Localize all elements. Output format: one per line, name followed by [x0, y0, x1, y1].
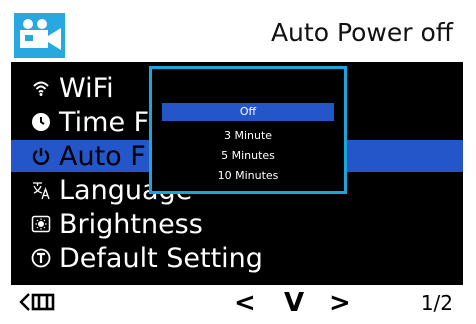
- page-title: Auto Power off: [270, 18, 453, 47]
- wifi-icon: [30, 77, 52, 99]
- power-icon: [30, 145, 52, 167]
- prev-button[interactable]: <: [234, 288, 256, 318]
- menu-item-label: WiFi: [59, 72, 114, 104]
- footer-bar: < V > 1/2: [11, 285, 463, 319]
- next-button[interactable]: >: [329, 288, 351, 318]
- menu-item-default-setting[interactable]: Default Setting: [11, 242, 463, 274]
- popup-option-10-minutes[interactable]: 10 Minutes: [162, 167, 334, 185]
- auto-power-off-popup: Off 3 Minute 5 Minutes 10 Minutes: [149, 66, 347, 194]
- menu-item-label: Default Setting: [59, 242, 263, 274]
- header: Auto Power off: [11, 10, 463, 62]
- popup-option-3-minute[interactable]: 3 Minute: [162, 127, 334, 145]
- video-camera-icon: [14, 13, 65, 58]
- popup-option-off[interactable]: Off: [162, 103, 334, 121]
- down-button[interactable]: V: [284, 288, 304, 318]
- menu-item-label: Auto F: [59, 140, 146, 172]
- reset-icon: [30, 247, 52, 269]
- menu-item-label: Time F: [59, 106, 150, 138]
- popup-option-5-minutes[interactable]: 5 Minutes: [162, 147, 334, 165]
- menu-item-label: Brightness: [59, 208, 203, 240]
- language-icon: [30, 179, 52, 201]
- back-icon[interactable]: [19, 291, 57, 313]
- clock-icon: [30, 111, 52, 133]
- brightness-icon: [30, 213, 52, 235]
- screen: Auto Power off WiFi Time F Auto F Langua…: [11, 10, 463, 319]
- page-indicator: 1/2: [420, 291, 453, 315]
- menu-item-brightness[interactable]: Brightness: [11, 208, 463, 240]
